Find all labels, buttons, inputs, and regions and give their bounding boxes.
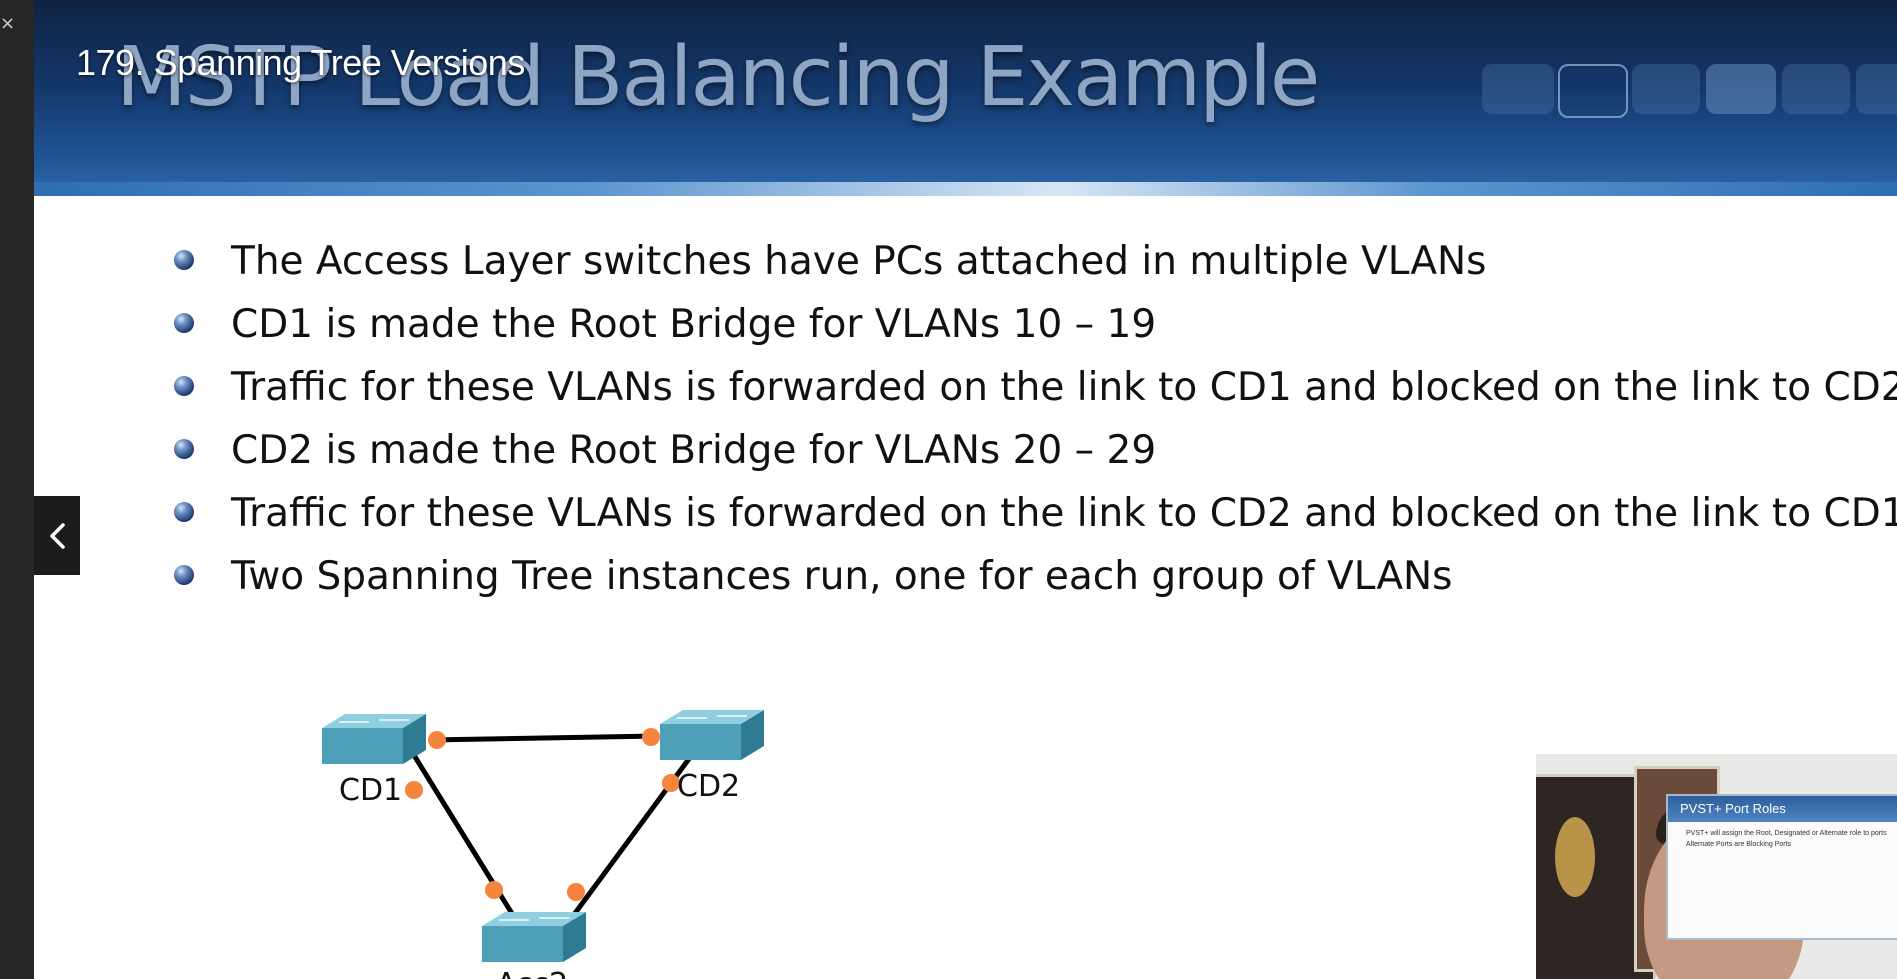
- bullet-icon: [174, 313, 194, 333]
- port-dot: [642, 728, 660, 746]
- port-indicators: [405, 728, 680, 901]
- port-dot: [567, 883, 585, 901]
- switch-label-cd2: CD2: [677, 769, 740, 804]
- banner-decoration: [1632, 64, 1700, 114]
- preview-title: PVST+ Port Roles: [1680, 801, 1786, 816]
- banner-stripe: [34, 182, 1897, 196]
- preview-line: Alternate Ports are Blocking Ports: [1686, 841, 1792, 848]
- bullet-icon: [174, 565, 194, 585]
- bullet-text: Traffic for these VLANs is forwarded on …: [231, 491, 1897, 536]
- bullet-text: CD1 is made the Root Bridge for VLANs 10…: [231, 302, 1157, 347]
- bullet-icon: [174, 250, 194, 270]
- preview-line: PVST+ will assign the Root, Designated o…: [1686, 830, 1887, 837]
- bullet-text: CD2 is made the Root Bridge for VLANs 20…: [231, 428, 1157, 473]
- switch-cd2-icon: [660, 710, 764, 760]
- switch-label-access: Acc2: [496, 967, 568, 979]
- bullet-icon: [174, 376, 194, 396]
- bullet-icon: [174, 439, 194, 459]
- switch-label-cd1: CD1: [339, 773, 402, 808]
- banner-decoration: [1706, 64, 1776, 114]
- link-cd2-access: [567, 750, 697, 922]
- link-cd1-access: [409, 750, 519, 922]
- webcam-overlay: PVST+ Port Roles PVST+ will assign the R…: [1536, 754, 1897, 979]
- preview-title-bar: PVST+ Port Roles: [1668, 796, 1897, 822]
- link-cd1-cd2: [428, 733, 655, 743]
- close-icon[interactable]: ×: [0, 14, 15, 34]
- port-dot: [662, 774, 680, 792]
- previous-button[interactable]: [34, 496, 80, 575]
- chevron-left-icon: [50, 523, 65, 549]
- port-dot: [485, 881, 503, 899]
- switch-access-icon: [482, 912, 586, 962]
- port-dot: [428, 731, 446, 749]
- bullet-icon: [174, 502, 194, 522]
- network-links: [409, 733, 697, 922]
- switch-cd1-icon: [322, 714, 426, 764]
- banner-decoration: [1482, 64, 1554, 114]
- video-title: 179. Spanning Tree Versions: [76, 42, 525, 83]
- bullet-text: Traffic for these VLANs is forwarded on …: [231, 365, 1897, 410]
- bullet-text: The Access Layer switches have PCs attac…: [231, 239, 1487, 284]
- left-rail: ×: [0, 0, 34, 979]
- port-dot: [405, 781, 423, 799]
- banner-decoration: [1558, 64, 1628, 118]
- banner-decoration: [1856, 64, 1897, 114]
- banner-decoration: [1782, 64, 1850, 114]
- bullet-text: Two Spanning Tree instances run, one for…: [231, 554, 1453, 599]
- webcam-slide-preview: PVST+ Port Roles PVST+ will assign the R…: [1666, 794, 1897, 940]
- slide-banner: MSTP Load Balancing Example: [34, 0, 1897, 196]
